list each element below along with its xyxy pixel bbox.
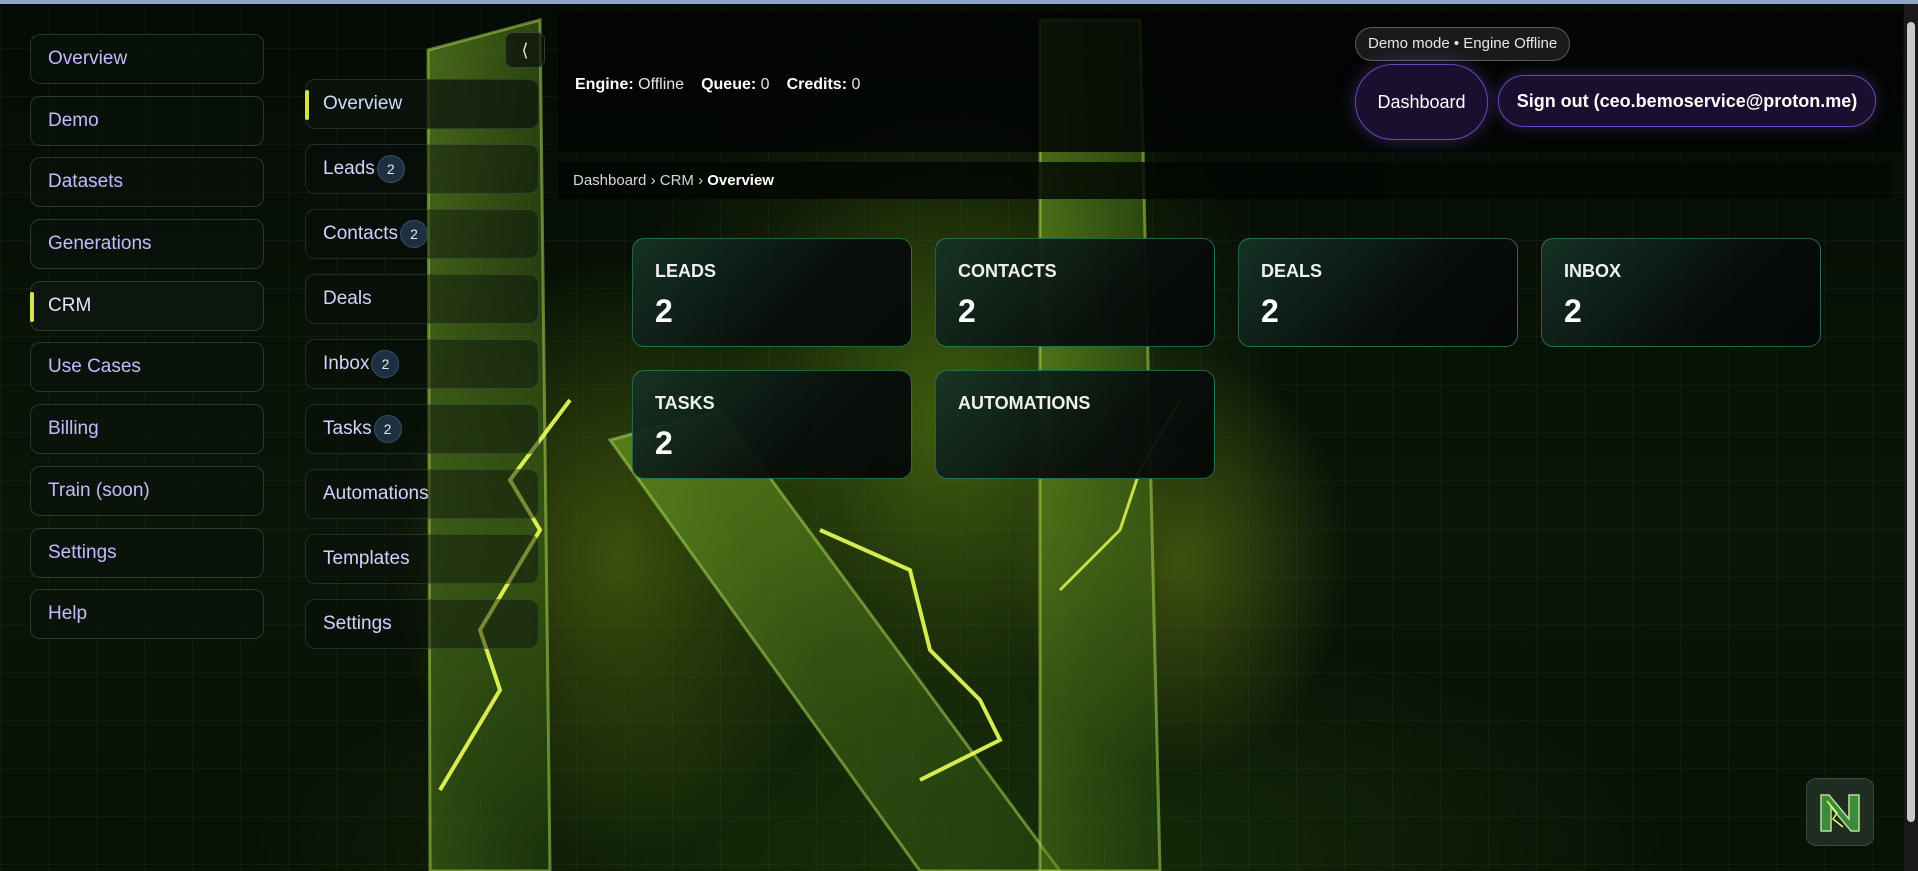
queue-label: Queue: [701,76,757,93]
stat-card-label: AUTOMATIONS [958,393,1091,413]
crm-nav-label: Deals [323,288,372,309]
sidebar-item-generations[interactable]: Generations [30,219,264,270]
dashboard-button[interactable]: Dashboard [1355,64,1488,140]
scrollbar-thumb[interactable] [1907,22,1915,822]
breadcrumb: Dashboard › CRM › Overview [573,172,774,189]
contacts-count-badge: 2 [399,220,428,248]
stat-card-value: 2 [655,425,673,461]
credits-status: Credits: 0 [787,76,861,94]
crm-nav-deals[interactable]: Deals [305,274,539,324]
breadcrumb-bar-extension [1384,162,1892,199]
stat-card-label: LEADS [655,261,717,281]
crm-nav-settings[interactable]: Settings [305,599,539,649]
sidebar-item-billing[interactable]: Billing [30,404,264,455]
crm-nav-label: Overview [323,93,403,114]
stat-card-value: 2 [958,293,976,329]
n-logo-icon [1820,794,1860,832]
crm-nav-label: Templates [323,548,410,569]
engine-label: Engine: [575,76,634,93]
stat-card-leads[interactable]: LEADS 2 [632,238,912,347]
crm-nav-leads[interactable]: Leads 2 [305,144,539,194]
crm-nav-label: Tasks [323,418,372,439]
stat-card-label: INBOX [1564,261,1622,281]
crm-nav-tasks[interactable]: Tasks 2 [305,404,539,454]
crm-nav-templates[interactable]: Templates [305,534,539,584]
sidebar-item-train[interactable]: Train (soon) [30,465,264,516]
crm-nav-label: Leads [323,158,375,179]
sign-out-button[interactable]: Sign out (ceo.bemoservice@proton.me) [1498,75,1876,127]
crm-nav-label: Settings [323,613,392,634]
crm-nav-automations[interactable]: Automations [305,469,539,519]
stat-card-value: 2 [1564,293,1582,329]
stat-card-value: 2 [1261,293,1279,329]
crm-nav-overview[interactable]: Overview [305,79,539,129]
queue-status: Queue: 0 [701,76,769,94]
stat-card-label: TASKS [655,393,715,413]
sidebar-item-demo[interactable]: Demo [30,95,264,146]
crm-sidebar: Overview Leads 2 Contacts 2 Deals Inbox … [305,79,539,664]
breadcrumb-crm[interactable]: CRM [660,172,694,189]
breadcrumb-dashboard[interactable]: Dashboard [573,172,646,189]
page-scrollbar[interactable] [1904,4,1918,871]
engine-status-line: Engine: Offline Queue: 0 Credits: 0 [575,76,860,94]
n-diagonal [607,408,1062,871]
credits-label: Credits: [786,76,848,93]
breadcrumb-separator: › [698,172,704,189]
crm-nav-contacts[interactable]: Contacts 2 [305,209,539,259]
tasks-count-badge: 2 [373,415,402,443]
crm-nav-label: Automations [323,483,429,504]
crm-nav-label: Contacts [323,223,398,244]
breadcrumb-separator: › [650,172,656,189]
sidebar-item-use-cases[interactable]: Use Cases [30,342,264,393]
app-logo-icon[interactable] [1806,778,1874,846]
collapse-sidebar-button[interactable]: ⟨ [505,32,545,68]
stat-card-tasks[interactable]: TASKS 2 [632,370,912,479]
breadcrumb-current: Overview [707,172,774,189]
queue-value: 0 [760,76,770,93]
leads-count-badge: 2 [376,155,405,183]
sidebar-item-help[interactable]: Help [30,589,264,640]
sidebar-item-crm[interactable]: CRM [30,280,264,331]
stat-card-automations[interactable]: AUTOMATIONS [935,370,1215,479]
crm-nav-inbox[interactable]: Inbox 2 [305,339,539,389]
stat-card-label: CONTACTS [958,261,1057,281]
crm-nav-label: Inbox [323,353,370,374]
stat-card-contacts[interactable]: CONTACTS 2 [935,238,1215,347]
stat-card-inbox[interactable]: INBOX 2 [1541,238,1821,347]
stat-card-label: DEALS [1261,261,1323,281]
stat-card-value: 2 [655,293,673,329]
sidebar-item-settings[interactable]: Settings [30,527,264,578]
engine-value: Offline [638,76,685,93]
inbox-count-badge: 2 [371,350,400,378]
sidebar-item-datasets[interactable]: Datasets [30,157,264,208]
stat-card-deals[interactable]: DEALS 2 [1238,238,1518,347]
credits-value: 0 [851,76,861,93]
sidebar-item-overview[interactable]: Overview [30,34,264,84]
demo-mode-pill: Demo mode • Engine Offline [1355,27,1571,61]
window-top-strip [0,0,1918,4]
main-sidebar: Overview Demo Datasets Generations CRM U… [30,34,264,651]
engine-status: Engine: Offline [575,76,684,94]
